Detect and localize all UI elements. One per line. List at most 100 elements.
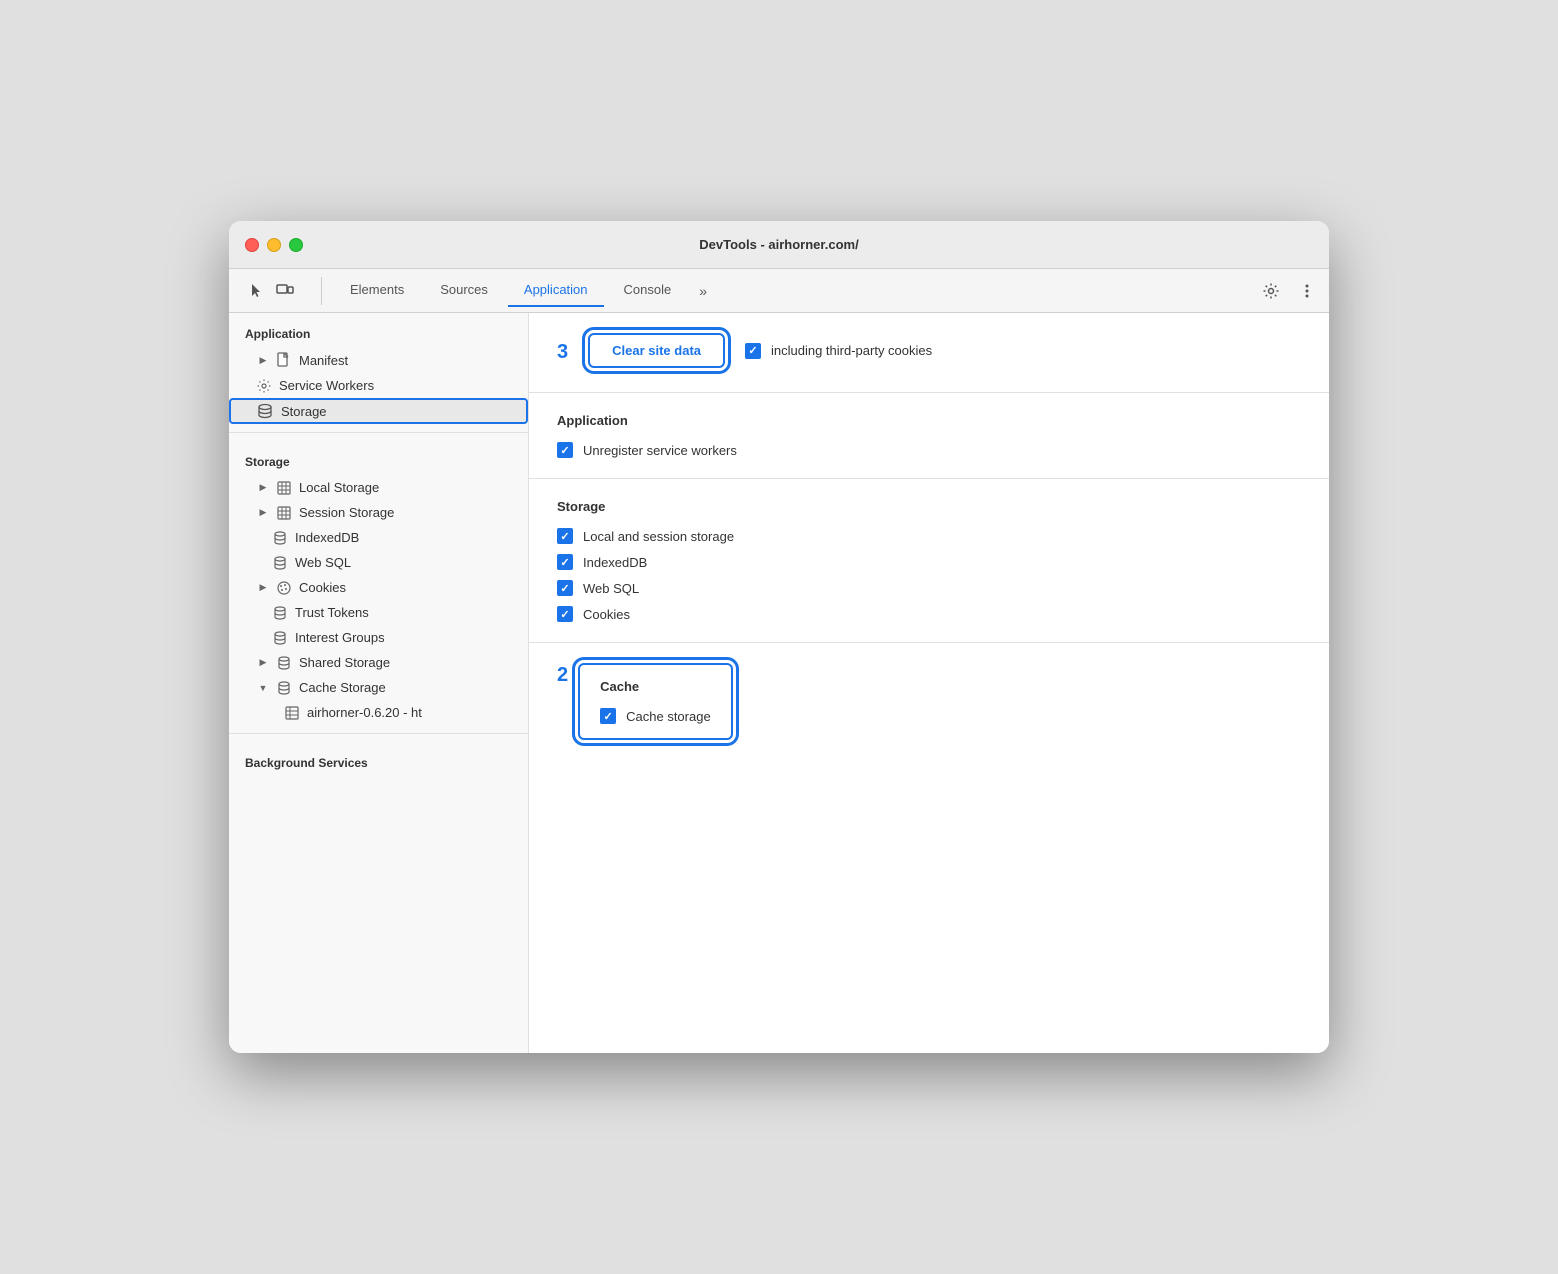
cache-box: Cache Cache storage (578, 663, 733, 740)
sidebar-item-service-workers[interactable]: Service Workers (229, 373, 528, 398)
cursor-icon[interactable] (245, 279, 269, 303)
main-content: Application Manifest Service Workers (229, 313, 1329, 1053)
cookies-check-label: Cookies (583, 607, 630, 622)
toolbar-divider (321, 277, 322, 305)
device-toggle-icon[interactable] (273, 279, 297, 303)
sidebar-item-session-storage[interactable]: Session Storage (229, 500, 528, 525)
sidebar-item-cache-storage[interactable]: Cache Storage (229, 675, 528, 700)
panel-section-clear: 3 Clear site data including third-party … (529, 313, 1329, 393)
sidebar-section-storage: Storage (229, 441, 528, 475)
sidebar-item-storage[interactable]: Storage (229, 398, 528, 424)
interest-groups-label: Interest Groups (295, 630, 385, 645)
cookies-arrow-icon (257, 582, 269, 594)
service-workers-label: Service Workers (279, 378, 374, 393)
sidebar-item-manifest[interactable]: Manifest (229, 347, 528, 373)
check-cookies: Cookies (557, 606, 1301, 622)
step2-badge: 2 (557, 665, 568, 685)
step3-container: 3 (557, 340, 568, 362)
interest-groups-icon (273, 631, 287, 645)
manifest-doc-icon (277, 352, 291, 368)
sidebar-item-cookies[interactable]: Cookies (229, 575, 528, 600)
local-storage-label: Local Storage (299, 480, 379, 495)
session-storage-grid-icon (277, 506, 291, 520)
sidebar-item-interest-groups[interactable]: Interest Groups (229, 625, 528, 650)
sidebar-item-indexeddb[interactable]: IndexedDB (229, 525, 528, 550)
fullscreen-button[interactable] (289, 238, 303, 252)
app-section-heading: Application (557, 413, 1301, 428)
web-sql-checkbox[interactable] (557, 580, 573, 596)
sidebar-divider-1 (229, 432, 528, 433)
clear-site-data-button[interactable]: Clear site data (588, 333, 725, 368)
cookies-label: Cookies (299, 580, 346, 595)
indexeddb-icon (273, 531, 287, 545)
cookies-icon (277, 581, 291, 595)
cache-storage-check-label: Cache storage (626, 709, 711, 724)
storage-section-heading: Storage (557, 499, 1301, 514)
panel-section-application: Application Unregister service workers (529, 393, 1329, 479)
sidebar-item-cache-entry[interactable]: airhorner-0.6.20 - ht (229, 700, 528, 725)
more-options-icon[interactable] (1293, 277, 1321, 305)
third-party-row: including third-party cookies (745, 343, 932, 359)
session-storage-arrow-icon (257, 507, 269, 519)
cache-storage-arrow-icon (257, 682, 269, 694)
close-button[interactable] (245, 238, 259, 252)
unregister-workers-checkbox[interactable] (557, 442, 573, 458)
check-unregister-workers: Unregister service workers (557, 442, 1301, 458)
panel-section-storage: Storage Local and session storage Indexe… (529, 479, 1329, 643)
sidebar-item-trust-tokens[interactable]: Trust Tokens (229, 600, 528, 625)
trust-tokens-icon (273, 606, 287, 620)
check-cache-storage: Cache storage (600, 708, 711, 724)
indexeddb-checkbox[interactable] (557, 554, 573, 570)
third-party-checkbox[interactable] (745, 343, 761, 359)
sidebar: Application Manifest Service Workers (229, 313, 529, 1053)
sidebar-divider-2 (229, 733, 528, 734)
check-indexeddb: IndexedDB (557, 554, 1301, 570)
local-session-label: Local and session storage (583, 529, 734, 544)
panel-section-cache: 2 Cache Cache storage (529, 643, 1329, 760)
toolbar-right (1257, 277, 1321, 305)
check-local-session: Local and session storage (557, 528, 1301, 544)
sidebar-item-shared-storage[interactable]: Shared Storage (229, 650, 528, 675)
settings-icon[interactable] (1257, 277, 1285, 305)
clear-row: 3 Clear site data including third-party … (557, 333, 1301, 368)
manifest-arrow-icon (257, 354, 269, 366)
indexeddb-check-label: IndexedDB (583, 555, 647, 570)
minimize-button[interactable] (267, 238, 281, 252)
shared-storage-icon (277, 656, 291, 670)
cookies-checkbox[interactable] (557, 606, 573, 622)
step3-badge: 3 (557, 342, 568, 362)
tab-console[interactable]: Console (608, 274, 688, 307)
web-sql-check-label: Web SQL (583, 581, 639, 596)
more-tabs-button[interactable]: » (691, 279, 715, 303)
manifest-label: Manifest (299, 353, 348, 368)
cache-storage-label: Cache Storage (299, 680, 386, 695)
local-session-checkbox[interactable] (557, 528, 573, 544)
storage-db-icon (257, 403, 273, 419)
indexeddb-label: IndexedDB (295, 530, 359, 545)
titlebar: DevTools - airhorner.com/ (229, 221, 1329, 269)
sidebar-item-web-sql[interactable]: Web SQL (229, 550, 528, 575)
unregister-workers-label: Unregister service workers (583, 443, 737, 458)
cache-entry-label: airhorner-0.6.20 - ht (307, 705, 422, 720)
toolbar: Elements Sources Application Console » (229, 269, 1329, 313)
gear-icon (257, 379, 271, 393)
tab-sources[interactable]: Sources (424, 274, 504, 307)
sidebar-item-local-storage[interactable]: Local Storage (229, 475, 528, 500)
trust-tokens-label: Trust Tokens (295, 605, 369, 620)
local-storage-arrow-icon (257, 482, 269, 494)
check-web-sql: Web SQL (557, 580, 1301, 596)
tab-application[interactable]: Application (508, 274, 604, 307)
session-storage-label: Session Storage (299, 505, 394, 520)
cache-storage-checkbox[interactable] (600, 708, 616, 724)
cache-entry-icon (285, 706, 299, 720)
traffic-lights (245, 238, 303, 252)
devtools-window: DevTools - airhorner.com/ Elements Sourc… (229, 221, 1329, 1053)
local-storage-grid-icon (277, 481, 291, 495)
web-sql-label: Web SQL (295, 555, 351, 570)
panel: 3 Clear site data including third-party … (529, 313, 1329, 1053)
third-party-label: including third-party cookies (771, 343, 932, 358)
shared-storage-arrow-icon (257, 657, 269, 669)
toolbar-icons (237, 279, 305, 303)
storage-label: Storage (281, 404, 327, 419)
tab-elements[interactable]: Elements (334, 274, 420, 307)
